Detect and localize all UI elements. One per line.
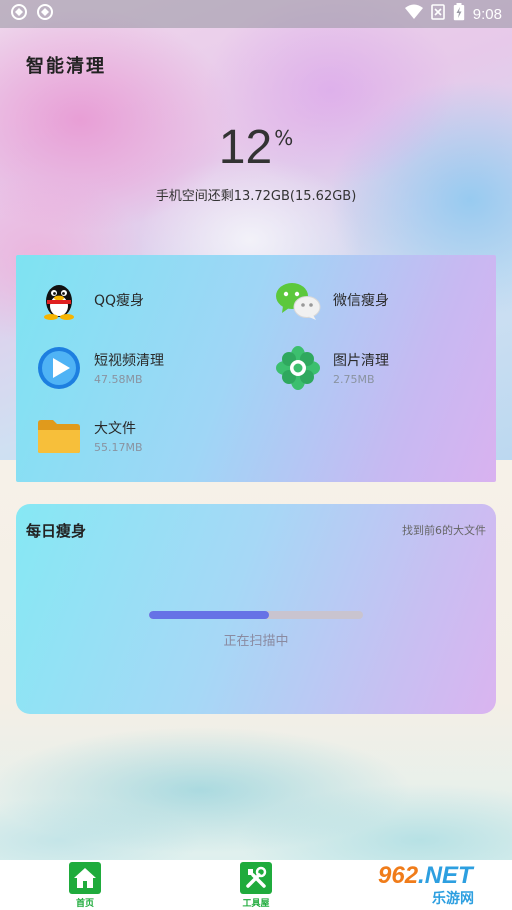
status-bar: 9:08 <box>0 0 512 28</box>
wechat-icon <box>275 277 321 323</box>
watermark-domain: .NET <box>418 862 473 889</box>
storage-remaining-text: 手机空间还剩13.72GB(15.62GB) <box>155 189 357 204</box>
scan-progress-fill <box>149 611 269 619</box>
feature-size: 2.75MB <box>333 373 375 386</box>
page-title: 智能清理 <box>26 56 106 77</box>
site-watermark-logo: 962.NET 乐游网 <box>372 862 512 910</box>
settings-shortcut-icon <box>36 3 54 25</box>
feature-label: 微信瘦身 <box>333 293 389 309</box>
folder-icon <box>36 413 82 459</box>
daily-slim-title: 每日瘦身 <box>26 522 87 540</box>
home-icon <box>69 862 101 894</box>
cleanup-features-card: QQ瘦身 微信瘦身 短视频清理 47.58MB 图片清理 2.75MB 大文件 … <box>16 255 496 482</box>
play-video-icon <box>36 345 82 391</box>
feature-size: 55.17MB <box>94 441 143 454</box>
qq-penguin-icon <box>36 277 82 323</box>
nav-label: 工具屋 <box>242 899 270 909</box>
nav-item-tools[interactable]: 工具屋 <box>226 862 286 909</box>
nav-item-home[interactable]: 首页 <box>55 862 115 909</box>
feature-large-files[interactable]: 大文件 55.17MB <box>36 413 143 459</box>
scan-status-text: 正在扫描中 <box>223 634 289 649</box>
feature-label: 短视频清理 <box>94 353 164 369</box>
usage-percent-value: 12 <box>218 121 273 174</box>
battery-icon <box>453 3 465 25</box>
tools-icon <box>240 862 272 894</box>
feature-label: 图片清理 <box>333 353 389 369</box>
watermark-site-name: 乐游网 <box>432 891 474 907</box>
feature-label: QQ瘦身 <box>94 293 145 309</box>
wifi-icon <box>404 4 423 24</box>
scan-progress-bar <box>149 611 363 619</box>
usage-percent-sign: % <box>274 126 294 150</box>
clock: 9:08 <box>472 5 502 23</box>
feature-label: 大文件 <box>94 421 136 437</box>
feature-photo-clean[interactable]: 图片清理 2.75MB <box>275 345 389 391</box>
usage-percent: 12% <box>0 120 512 175</box>
nav-label: 首页 <box>75 899 94 909</box>
feature-qq-slim[interactable]: QQ瘦身 <box>36 277 144 323</box>
flower-photo-icon <box>275 345 321 391</box>
feature-size: 47.58MB <box>94 373 143 386</box>
feature-wechat-slim[interactable]: 微信瘦身 <box>275 277 389 323</box>
daily-slim-hint: 找到前6的大文件 <box>402 524 486 537</box>
no-sim-icon <box>430 4 445 24</box>
watermark-brand: 962 <box>378 862 419 889</box>
settings-shortcut-icon <box>10 3 28 25</box>
daily-slim-card[interactable]: 每日瘦身 找到前6的大文件 正在扫描中 <box>16 504 496 714</box>
feature-short-video-clean[interactable]: 短视频清理 47.58MB <box>36 345 164 391</box>
